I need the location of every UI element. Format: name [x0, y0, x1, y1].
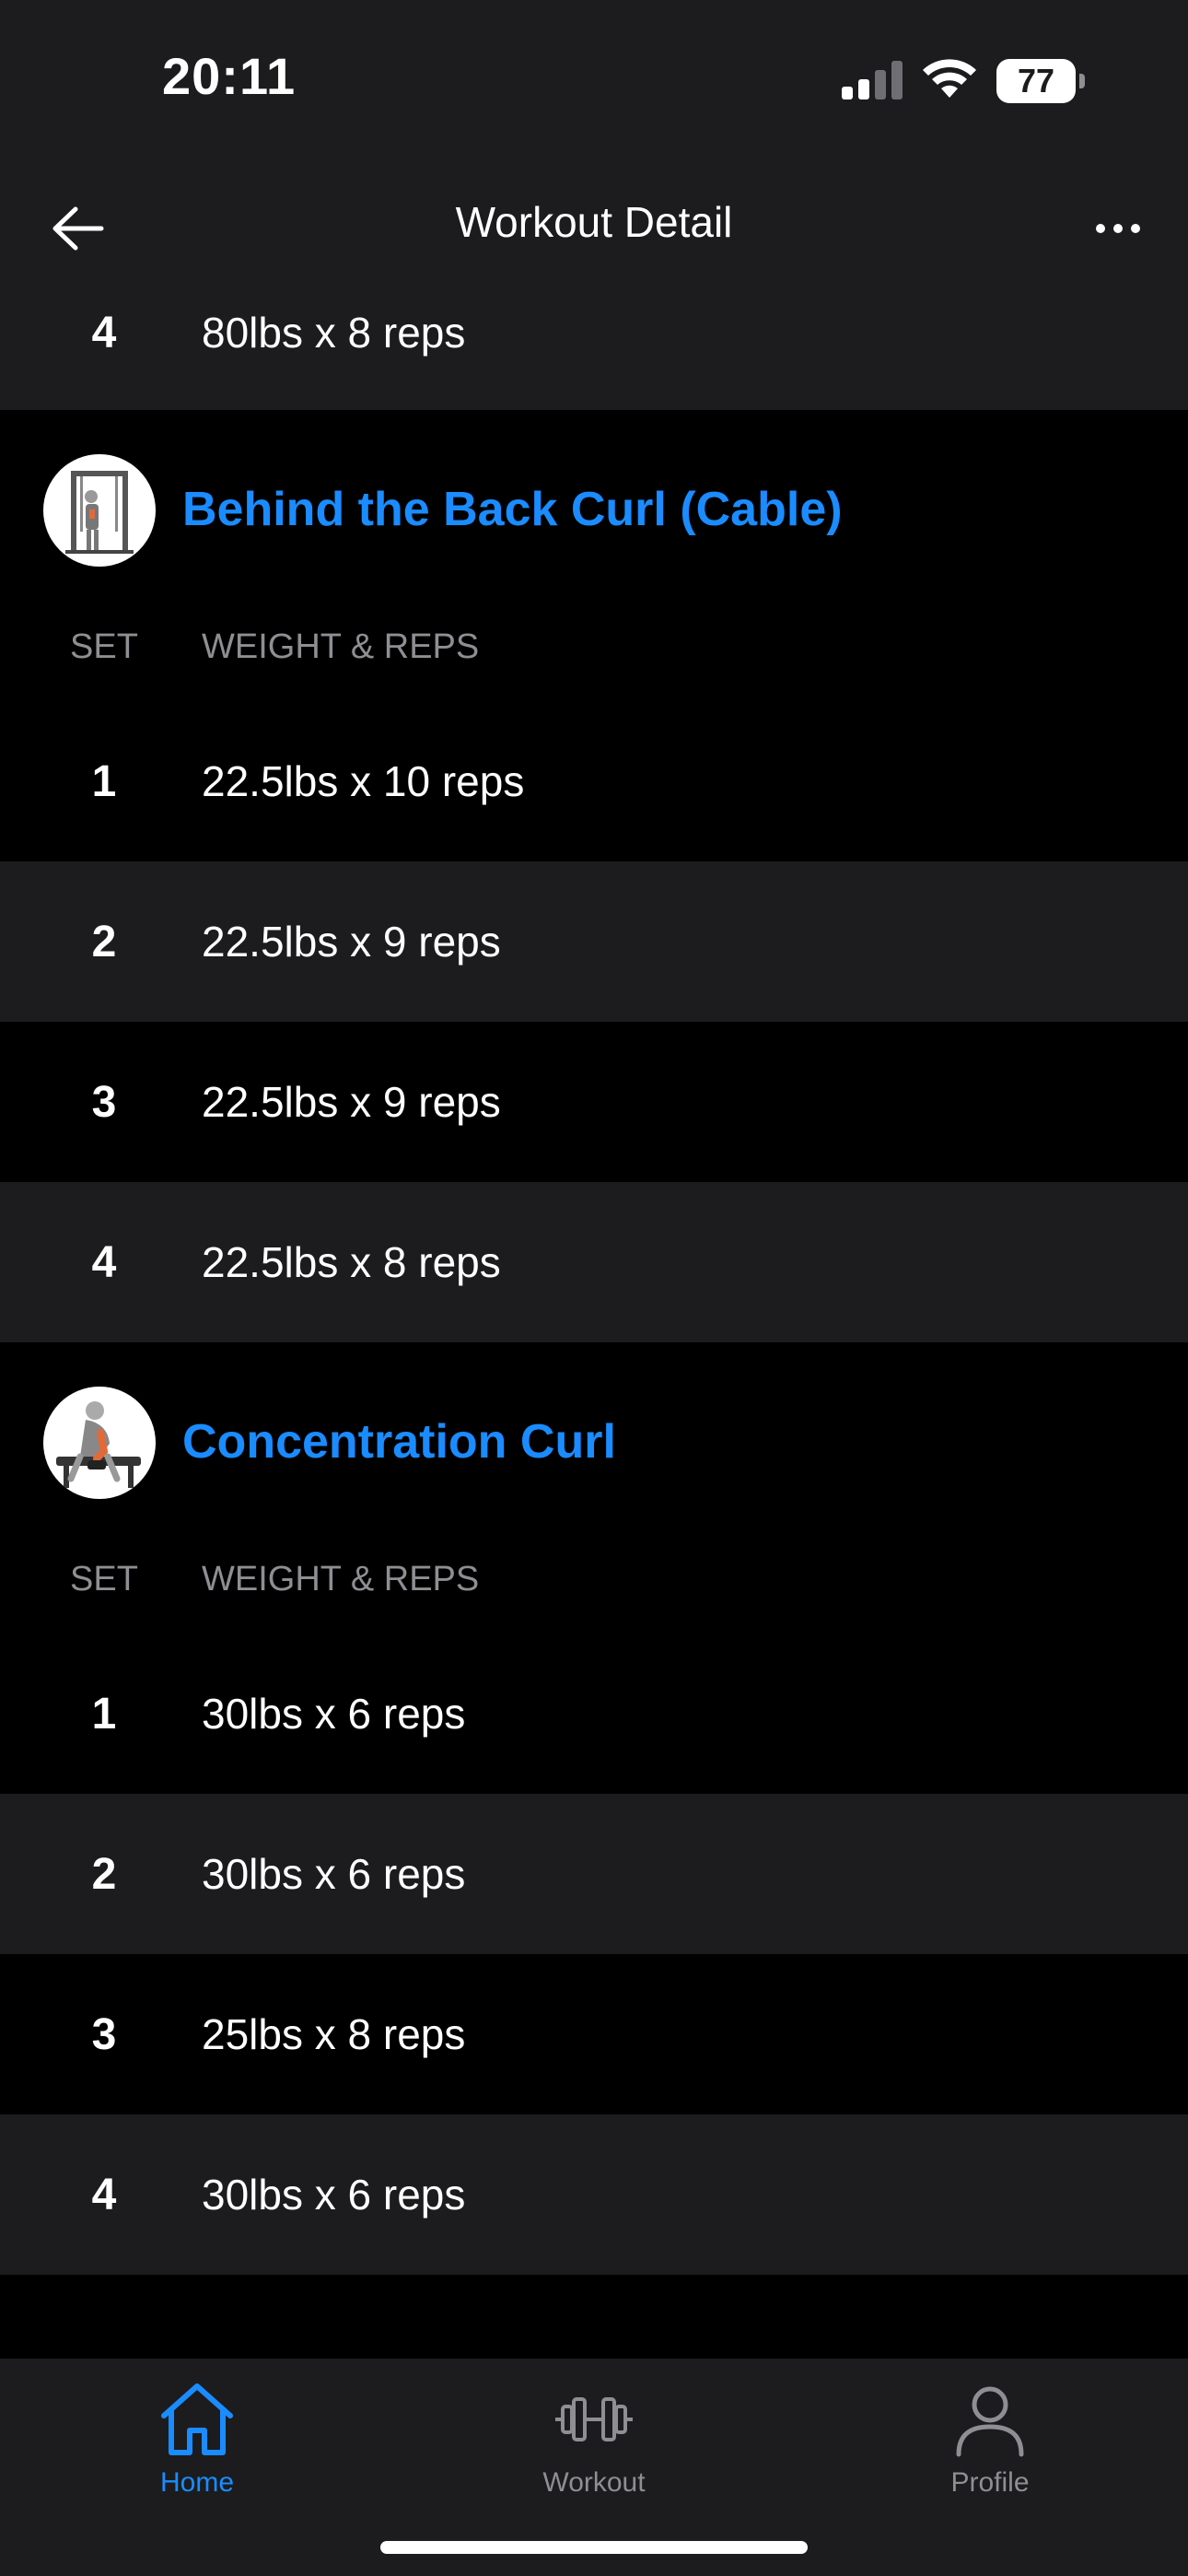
set-number: 3	[91, 2009, 117, 2059]
set-number: 2	[91, 1849, 117, 1899]
column-weight-reps-label: WEIGHT & REPS	[202, 627, 480, 666]
cable-machine-icon	[65, 471, 134, 554]
home-indicator[interactable]	[380, 2541, 808, 2554]
concentration-curl-icon	[56, 1401, 141, 1488]
set-weight-reps: 80lbs x 8 reps	[202, 309, 466, 357]
set-columns-header: SET WEIGHT & REPS	[0, 1541, 1188, 1633]
set-number: 2	[91, 917, 117, 966]
battery-icon: 77	[996, 59, 1085, 103]
more-dot-icon	[1113, 224, 1123, 233]
exercise-thumbnail	[43, 1387, 156, 1499]
exercise-name[interactable]: Behind the Back Curl (Cable)	[182, 482, 843, 537]
tab-label: Profile	[950, 2467, 1030, 2498]
battery-level: 77	[1017, 62, 1055, 100]
set-weight-reps: 25lbs x 8 reps	[202, 2010, 466, 2058]
set-number: 3	[91, 1077, 117, 1127]
set-row: 4 22.5lbs x 8 reps	[0, 1182, 1188, 1342]
set-number: 4	[91, 1237, 117, 1287]
back-button[interactable]	[42, 199, 112, 258]
set-weight-reps: 22.5lbs x 8 reps	[202, 1238, 501, 1286]
set-row: 3 22.5lbs x 9 reps	[0, 1022, 1188, 1182]
set-number: 4	[91, 2170, 117, 2219]
status-time: 20:11	[162, 47, 297, 105]
set-number: 1	[91, 756, 117, 806]
exercise-name[interactable]: Concentration Curl	[182, 1414, 616, 1469]
tab-label: Workout	[542, 2467, 646, 2498]
column-set-label: SET	[70, 627, 138, 666]
set-columns-header: SET WEIGHT & REPS	[0, 609, 1188, 701]
set-row: 2 30lbs x 6 reps	[0, 1794, 1188, 1954]
set-row: 4 30lbs x 6 reps	[0, 2114, 1188, 2275]
nav-header: Workout Detail	[0, 166, 1188, 286]
more-options-button[interactable]	[1081, 199, 1155, 258]
set-weight-reps: 30lbs x 6 reps	[202, 2171, 466, 2219]
dumbbell-icon	[555, 2397, 633, 2441]
more-dot-icon	[1131, 224, 1140, 233]
column-set-label: SET	[70, 1560, 138, 1598]
set-row: 2 22.5lbs x 9 reps	[0, 861, 1188, 1022]
page-title: Workout Detail	[455, 198, 733, 246]
exercise-thumbnail	[43, 454, 156, 567]
set-row: 1 30lbs x 6 reps	[0, 1633, 1188, 1794]
set-number: 4	[91, 309, 117, 357]
tab-label: Home	[159, 2467, 235, 2498]
set-weight-reps: 30lbs x 6 reps	[202, 1850, 466, 1898]
set-row: 3 25lbs x 8 reps	[0, 1954, 1188, 2114]
tab-profile[interactable]: Profile	[879, 2375, 1101, 2513]
set-weight-reps: 22.5lbs x 9 reps	[202, 1078, 501, 1126]
home-icon	[161, 2383, 233, 2455]
workout-detail-content[interactable]: 4 80lbs x 8 reps Behind the Back Curl (C…	[0, 286, 1188, 2359]
column-weight-reps-label: WEIGHT & REPS	[202, 1560, 480, 1598]
set-weight-reps: 30lbs x 6 reps	[202, 1690, 466, 1738]
arrow-left-icon	[52, 206, 104, 251]
tab-home[interactable]: Home	[87, 2375, 308, 2513]
set-row: 4 80lbs x 8 reps	[0, 286, 1188, 410]
set-number: 1	[91, 1689, 117, 1739]
cellular-signal-icon	[842, 61, 903, 100]
exercise-header[interactable]: Behind the Back Curl (Cable)	[0, 410, 1188, 609]
person-icon	[956, 2386, 1024, 2457]
wifi-icon	[923, 59, 976, 98]
more-dot-icon	[1096, 224, 1105, 233]
set-weight-reps: 22.5lbs x 10 reps	[202, 757, 525, 805]
tab-workout[interactable]: Workout	[483, 2375, 705, 2513]
status-bar: 20:11 77	[0, 0, 1188, 166]
set-row: 1 22.5lbs x 10 reps	[0, 701, 1188, 861]
set-weight-reps: 22.5lbs x 9 reps	[202, 918, 501, 966]
exercise-header[interactable]: Concentration Curl	[0, 1342, 1188, 1541]
